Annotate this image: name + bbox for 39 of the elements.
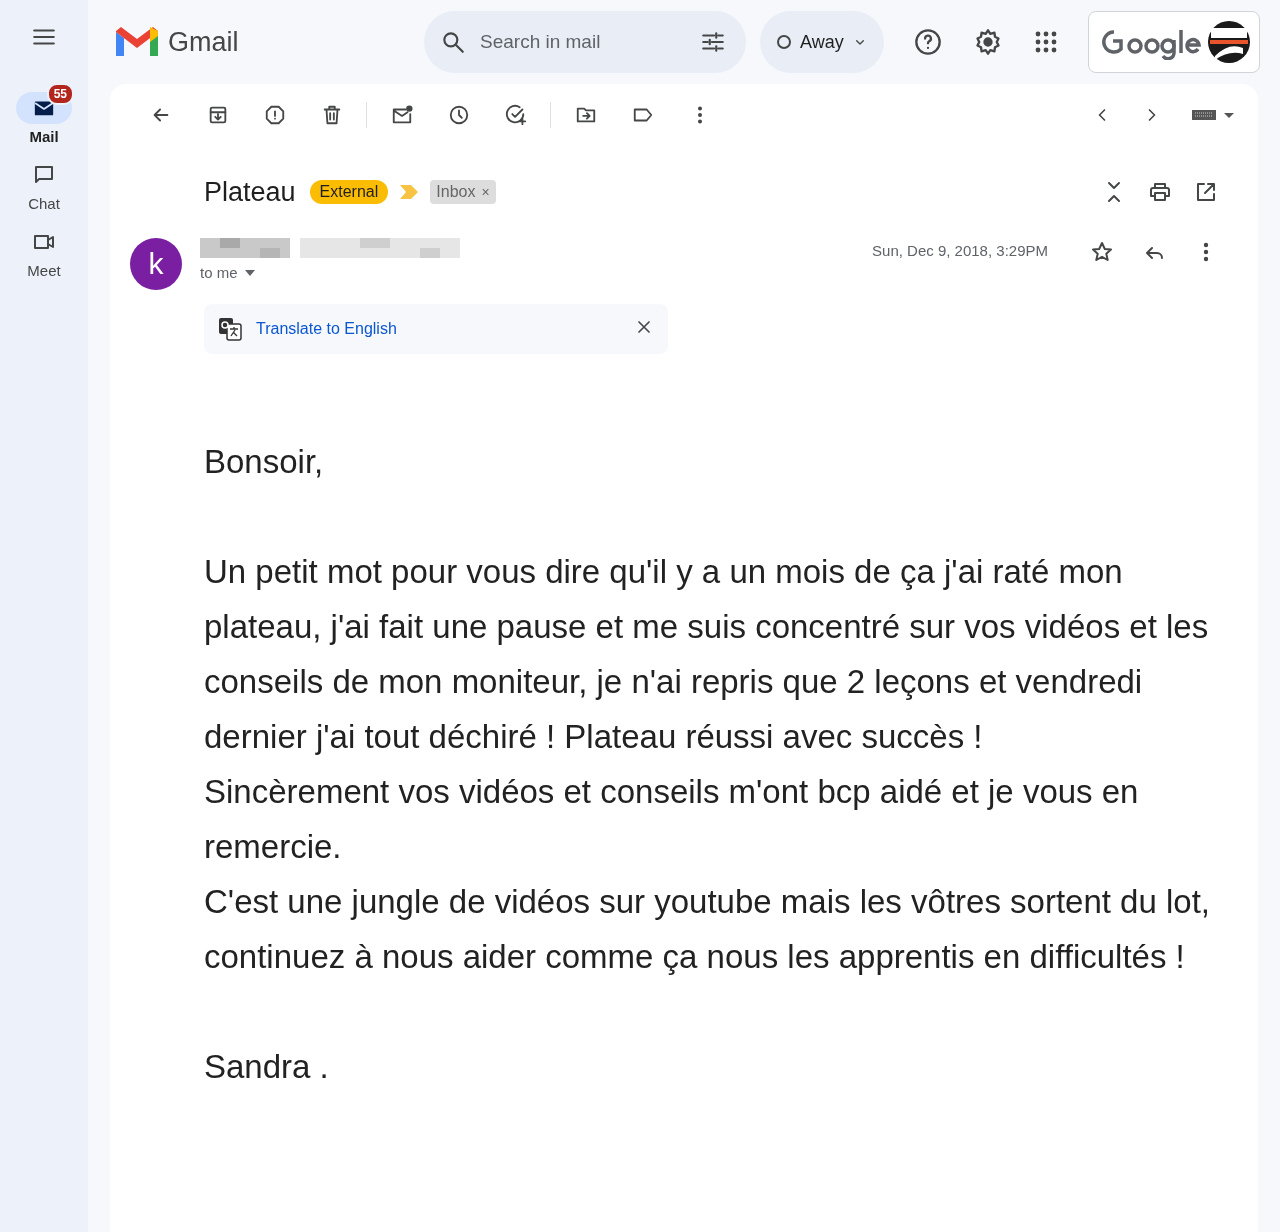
- translate-link[interactable]: Translate to English: [256, 320, 397, 338]
- recipient-text: to me: [200, 264, 238, 281]
- product-name: Gmail: [168, 26, 239, 58]
- body-paragraph: C'est une jungle de vidéos sur youtube mais les vôtres sortent du lot, continuez à nous aider comme ça nous les apprentis en difficultés !: [204, 882, 1212, 977]
- translate-icon: [218, 317, 242, 341]
- dropdown-caret-icon[interactable]: [243, 268, 256, 277]
- apps-grid-icon[interactable]: [1033, 30, 1058, 54]
- filter-sliders-icon[interactable]: [700, 29, 726, 55]
- email-subject: Plateau: [204, 176, 296, 208]
- importance-marker-icon[interactable]: [400, 185, 419, 199]
- account-button[interactable]: [1088, 11, 1260, 73]
- unread-count-badge: 55: [46, 83, 74, 105]
- status-circle-icon: [776, 34, 792, 50]
- settings-icon[interactable]: [973, 28, 1002, 56]
- message-date: Sun, Dec 9, 2018, 3:29PM: [872, 242, 1048, 261]
- search-icon[interactable]: [440, 29, 466, 55]
- body-paragraph: Un petit mot pour vous dire qu'il y a un mois de ça j'ai raté mon plateau, j'ai fait une pause et me suis concentré sur vos vidéos et les conseils de mon moniteur, je n'ai repris que 2 leçons et vendredi dernier j'ai tout déchiré ! Plateau réussi avec succès !: [204, 552, 1210, 757]
- star-icon[interactable]: [1090, 240, 1114, 264]
- sidebar-label[interactable]: Mail: [29, 128, 59, 145]
- body-paragraph: Sandra .: [204, 1047, 330, 1087]
- add-task-icon[interactable]: [504, 104, 527, 126]
- remove-label-icon[interactable]: ×: [481, 184, 490, 200]
- clock-icon[interactable]: [447, 104, 470, 126]
- search-bar[interactable]: Search in mail: [424, 11, 746, 73]
- mail-unread-icon[interactable]: [390, 104, 413, 126]
- envelope-logo-icon[interactable]: [116, 26, 158, 58]
- sidebar-label[interactable]: Meet: [27, 262, 61, 279]
- body-paragraph: Sincèrement vos vidéos et conseils m'ont bcp aidé et je vous en remercie.: [204, 772, 1140, 867]
- status-button[interactable]: Away: [760, 11, 884, 73]
- printer-icon[interactable]: [1148, 180, 1172, 204]
- external-label: External: [309, 180, 389, 204]
- label-name: Inbox: [436, 183, 476, 201]
- sidebar-label[interactable]: Chat: [28, 195, 60, 212]
- search-input[interactable]: Search in mail: [478, 30, 688, 54]
- report-spam-icon[interactable]: [263, 104, 286, 126]
- help-icon[interactable]: [913, 28, 942, 56]
- body-paragraph: Bonsoir,: [204, 442, 325, 482]
- sender-avatar[interactable]: k: [130, 238, 182, 290]
- open-in-new-window-icon[interactable]: [1194, 180, 1218, 204]
